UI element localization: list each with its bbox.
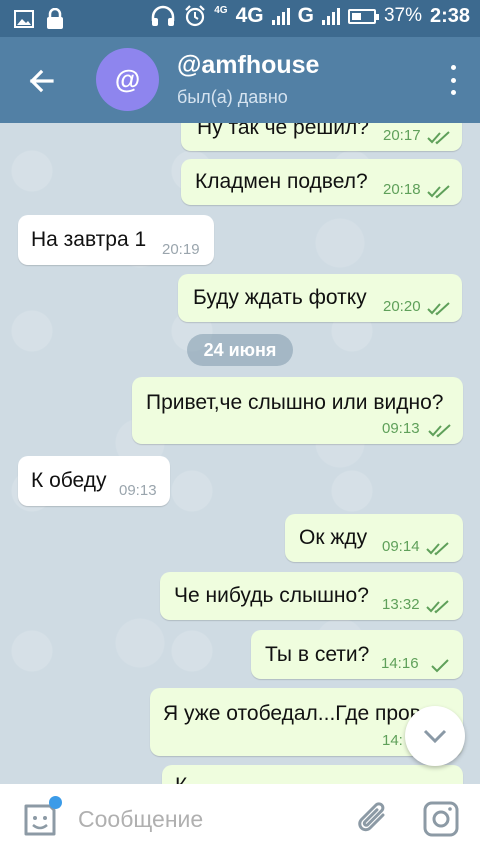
message-time: 20:20 <box>383 298 421 315</box>
camera-icon <box>423 801 459 837</box>
message-text: Ок жду <box>299 526 368 549</box>
message-time: 14: <box>382 732 403 749</box>
avatar[interactable]: @ <box>96 48 159 111</box>
scroll-down-button[interactable] <box>405 706 465 766</box>
message-text: Кладмен подвел? <box>195 170 368 193</box>
message-bubble[interactable]: К обеду 09:13 <box>18 456 170 506</box>
gallery-icon <box>14 10 34 28</box>
paperclip-icon <box>358 802 385 832</box>
message-text: Буду ждать фотку <box>193 286 367 309</box>
message-text: К <box>175 774 187 784</box>
arrow-left-icon <box>29 69 54 93</box>
double-check-icon <box>428 424 451 438</box>
back-button[interactable] <box>22 61 62 101</box>
message-input-bar <box>0 784 480 854</box>
status-bar: 4G 4G G 37% 2:38 <box>0 0 480 37</box>
double-check-icon <box>426 600 449 614</box>
signal-icon <box>271 7 290 25</box>
message-bubble[interactable]: Кладмен подвел? 20:18 <box>181 159 462 205</box>
chat-header: @ @amfhouse был(а) давно <box>0 37 480 123</box>
double-check-icon <box>427 302 450 316</box>
chat-title[interactable]: @amfhouse <box>177 51 319 80</box>
message-text: Привет,че слышно или видно? <box>146 391 444 414</box>
message-text: Я уже отобедал...Где прово <box>163 702 433 725</box>
network-type-small: 4G <box>214 4 228 16</box>
message-bubble[interactable]: Привет,че слышно или видно? 09:13 <box>132 377 463 444</box>
message-text: На завтра 1 <box>31 228 147 251</box>
camera-button[interactable] <box>422 800 460 838</box>
dot-icon <box>450 65 456 70</box>
dot-icon <box>450 90 456 95</box>
message-time: 20:19 <box>162 241 200 258</box>
message-time: 09:13 <box>119 482 157 499</box>
message-text: Ну так че решил? <box>197 123 369 139</box>
message-bubble[interactable]: К <box>162 765 463 784</box>
network-type-4g: 4G <box>235 4 264 27</box>
battery-icon <box>347 8 379 24</box>
message-bubble[interactable]: Буду ждать фотку 20:20 <box>178 274 462 322</box>
message-text: К обеду <box>31 469 107 492</box>
signal-icon-2 <box>321 7 340 25</box>
message-bubble[interactable]: На завтра 1 20:19 <box>18 215 214 265</box>
network-type-g: G <box>297 4 314 27</box>
sticker-button[interactable] <box>20 796 62 840</box>
chevron-down-icon <box>423 729 447 744</box>
last-seen-status: был(а) давно <box>177 87 288 107</box>
message-time: 09:13 <box>382 420 420 437</box>
message-bubble[interactable]: Ты в сети? 14:16 <box>251 630 463 679</box>
single-check-icon <box>431 659 449 673</box>
date-separator: 24 июня <box>187 334 293 366</box>
message-bubble[interactable]: Ок жду 09:14 <box>285 514 463 562</box>
message-text: Че нибудь слышно? <box>174 584 369 607</box>
attach-button[interactable] <box>355 799 391 839</box>
dot-icon <box>450 77 456 83</box>
double-check-icon <box>427 185 450 199</box>
headphones-icon <box>151 5 175 26</box>
message-time: 13:32 <box>382 596 420 613</box>
notification-dot <box>49 796 62 809</box>
message-text: Ты в сети? <box>265 642 370 666</box>
alarm-icon <box>185 5 206 27</box>
message-time: 20:18 <box>383 181 421 198</box>
lock-icon <box>47 8 63 29</box>
message-bubble[interactable]: Че нибудь слышно? 13:32 <box>160 572 463 620</box>
clock: 2:38 <box>429 4 470 27</box>
more-menu-button[interactable] <box>448 65 458 95</box>
message-time: 14:16 <box>381 655 419 672</box>
message-time: 09:14 <box>382 538 420 555</box>
message-bubble[interactable]: Ну так че решил? 20:17 <box>181 123 462 151</box>
double-check-icon <box>427 131 450 145</box>
battery-percent: 37% <box>383 5 422 26</box>
message-list[interactable]: Ну так че решил? 20:17 Кладмен подвел? 2… <box>0 123 480 784</box>
double-check-icon <box>426 542 449 556</box>
message-time: 20:17 <box>383 127 421 144</box>
message-input[interactable] <box>78 802 328 836</box>
